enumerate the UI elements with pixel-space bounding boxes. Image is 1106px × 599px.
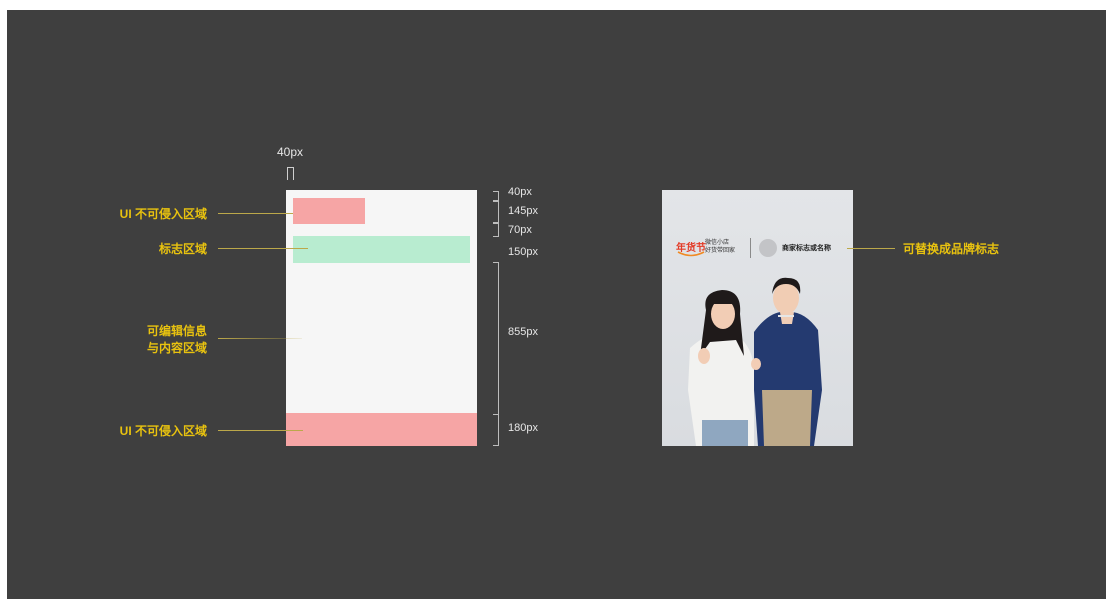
dim-70: 70px bbox=[508, 224, 532, 236]
leader-line-bottom bbox=[218, 430, 303, 431]
preview-image: 年货节 微信小店 好货带回家 商家标志或名称 bbox=[662, 190, 853, 446]
layout-frame bbox=[286, 190, 477, 446]
leader-line-logo bbox=[218, 248, 308, 249]
dim-855: 855px bbox=[508, 326, 538, 338]
brand-sub-1: 微信小店 bbox=[705, 240, 730, 246]
couple-photo bbox=[688, 277, 822, 446]
label-logo-area: 标志区域 bbox=[158, 242, 207, 256]
label-ui-no-intrude-bottom: UI 不可侵入区域 bbox=[119, 424, 207, 438]
dim-150: 150px bbox=[508, 246, 538, 258]
canvas: 40px UI 不可侵入区域 标志区域 可编辑信息 与内容区域 UI 不可侵入区… bbox=[7, 10, 1106, 599]
logo-zone bbox=[293, 236, 470, 263]
leader-line-editable bbox=[218, 338, 302, 339]
dim-40: 40px bbox=[508, 186, 532, 198]
label-editable-1: 可编辑信息 bbox=[146, 324, 207, 338]
label-ui-no-intrude-top: UI 不可侵入区域 bbox=[119, 207, 207, 221]
merchant-name: 商家标志或名称 bbox=[782, 245, 831, 252]
bracket-70 bbox=[493, 222, 499, 237]
label-editable-2: 与内容区域 bbox=[146, 341, 207, 355]
dim-145: 145px bbox=[508, 205, 538, 217]
label-replaceable-brand: 可替换成品牌标志 bbox=[903, 242, 1000, 256]
bracket-145 bbox=[493, 200, 499, 224]
brand-smile-icon bbox=[677, 251, 705, 257]
brand-bar: 年货节 微信小店 好货带回家 商家标志或名称 bbox=[676, 238, 846, 260]
top-no-intrude-zone bbox=[293, 198, 365, 224]
bottom-no-intrude-zone bbox=[286, 413, 477, 446]
bracket-855-line bbox=[498, 262, 499, 414]
merchant-logo-placeholder-icon bbox=[759, 239, 777, 257]
bracket-180-line bbox=[498, 414, 499, 446]
top-dimension-label: 40px bbox=[277, 145, 304, 159]
tick-180-end bbox=[493, 445, 498, 446]
brand-divider bbox=[750, 238, 751, 258]
leader-line-brand bbox=[847, 248, 895, 249]
dim-180: 180px bbox=[508, 422, 538, 434]
brand-sub-2: 好货带回家 bbox=[705, 248, 736, 254]
leader-line-top bbox=[218, 213, 293, 214]
top-dimension-marker bbox=[287, 167, 294, 180]
